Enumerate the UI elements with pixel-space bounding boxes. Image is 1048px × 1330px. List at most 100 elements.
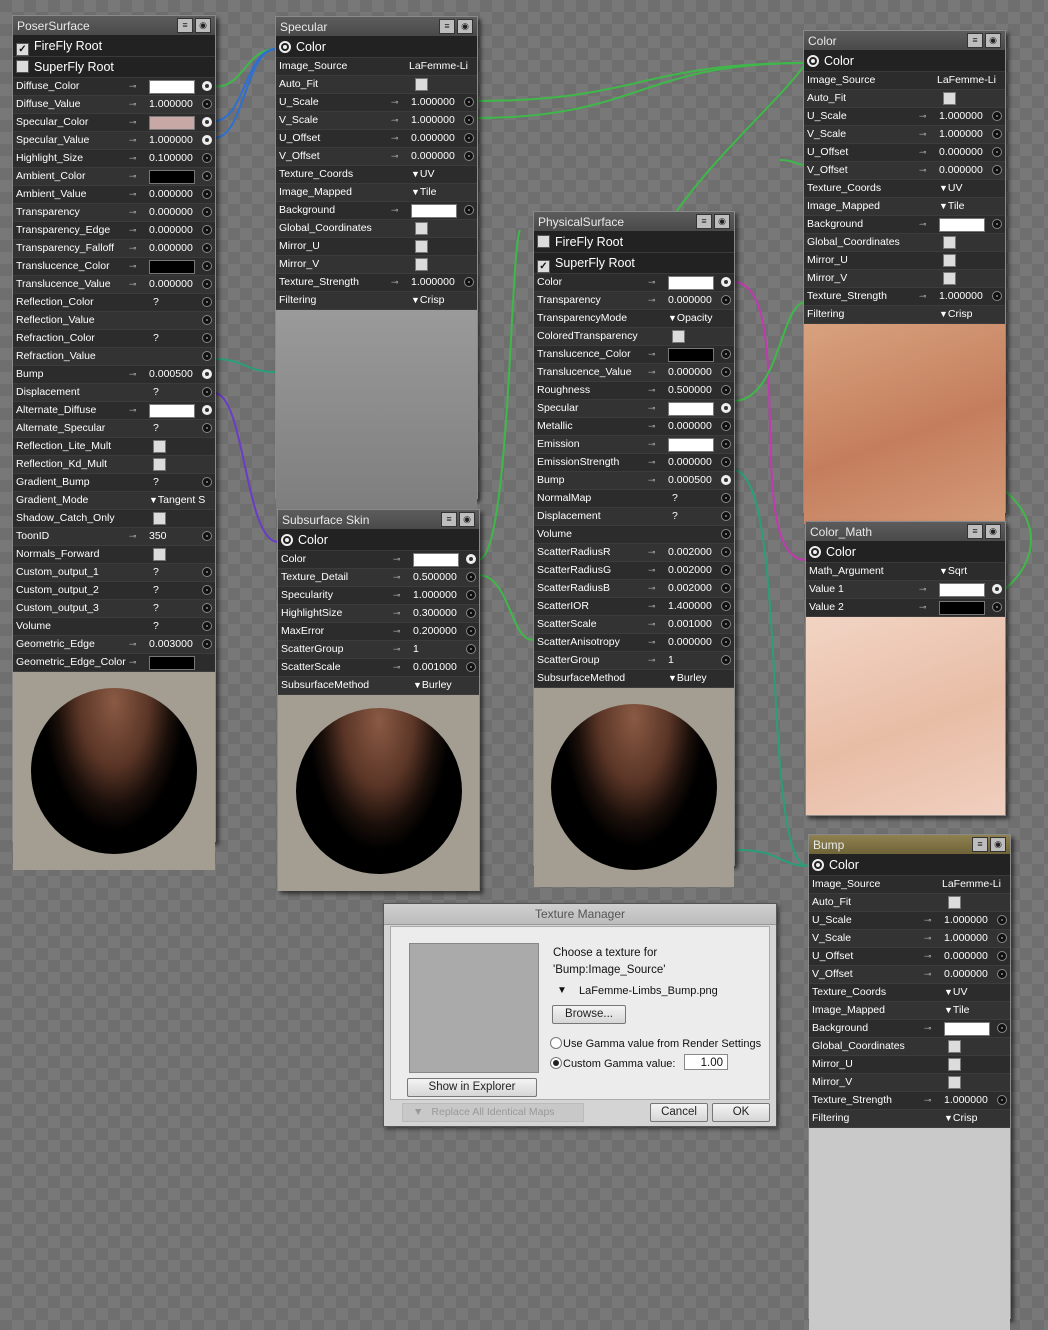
param-value[interactable]: 1.000000 (413, 587, 457, 603)
param-row-scatterradiusb[interactable]: ScatterRadiusB ⊸ 0.002000 (534, 580, 734, 598)
param-row-u-offset[interactable]: U_Offset ⊸ 0.000000 (276, 130, 477, 148)
param-checkbox[interactable] (415, 258, 428, 271)
input-plug-icon[interactable] (466, 644, 476, 654)
animate-key-icon[interactable]: ⊸ (648, 544, 656, 560)
input-plug-icon[interactable] (721, 493, 731, 503)
animate-key-icon[interactable]: ⊸ (391, 94, 399, 110)
param-row-mirror-u[interactable]: Mirror_U (276, 238, 477, 256)
param-row-texture-strength[interactable]: Texture_Strength ⊸ 1.000000 (804, 288, 1005, 306)
input-plug-icon[interactable] (202, 333, 212, 343)
color-swatch[interactable] (149, 80, 195, 94)
texture-manager-dialog[interactable]: Texture Manager Choose a texture for 'Bu… (383, 903, 777, 1127)
animate-key-icon[interactable]: ⊸ (924, 948, 932, 964)
param-value[interactable]: 1.000000 (944, 1092, 988, 1108)
show-in-explorer-button[interactable]: Show in Explorer (407, 1078, 537, 1097)
param-value[interactable]: 0.000000 (668, 418, 712, 434)
input-plug-icon[interactable] (992, 165, 1002, 175)
param-value[interactable]: 0.000000 (149, 240, 193, 256)
color-swatch[interactable] (149, 656, 195, 670)
param-dropdown[interactable]: ▼Crisp (411, 292, 444, 308)
animate-key-icon[interactable]: ⊸ (924, 966, 932, 982)
param-row-image-mapped[interactable]: Image_Mapped ▼Tile (804, 198, 1005, 216)
preview-eye-icon[interactable]: ◉ (459, 512, 475, 527)
param-row-texture-coords[interactable]: Texture_Coords ▼UV (804, 180, 1005, 198)
param-row-geometric-edge-color[interactable]: Geometric_Edge_Color ⊸ (13, 654, 215, 672)
param-row-volume[interactable]: Volume? (13, 618, 215, 636)
param-dropdown[interactable]: ▼Crisp (939, 306, 972, 322)
param-value[interactable]: 0.000000 (149, 222, 193, 238)
param-row-texture-coords[interactable]: Texture_Coords ▼UV (276, 166, 477, 184)
input-plug-icon[interactable] (721, 601, 731, 611)
param-value[interactable]: 0.000000 (149, 204, 193, 220)
param-row-v-offset[interactable]: V_Offset ⊸ 0.000000 (809, 966, 1010, 984)
param-row-auto-fit[interactable]: Auto_Fit (276, 76, 477, 94)
input-plug-icon[interactable] (721, 565, 731, 575)
animate-key-icon[interactable]: ⊸ (648, 274, 656, 290)
animate-key-icon[interactable]: ⊸ (919, 108, 927, 124)
param-row-bump[interactable]: Bump ⊸ 0.000500 (534, 472, 734, 490)
animate-key-icon[interactable]: ⊸ (648, 400, 656, 416)
param-row-reflection-lite-mult[interactable]: Reflection_Lite_Mult (13, 438, 215, 456)
param-row-specular-color[interactable]: Specular_Color ⊸ (13, 114, 215, 132)
param-row-translucence-value[interactable]: Translucence_Value ⊸ 0.000000 (534, 364, 734, 382)
connected-plug-icon[interactable] (721, 277, 731, 287)
input-plug-icon[interactable] (721, 457, 731, 467)
animate-key-icon[interactable]: ⊸ (648, 292, 656, 308)
param-row-transparency-edge[interactable]: Transparency_Edge ⊸ 0.000000 (13, 222, 215, 240)
param-row-ambient-color[interactable]: Ambient_Color ⊸ (13, 168, 215, 186)
output-plug-icon[interactable] (279, 41, 291, 53)
param-row-color[interactable]: Color ⊸ (278, 551, 479, 569)
connected-plug-icon[interactable] (992, 584, 1002, 594)
param-row-coloredtransparency[interactable]: ColoredTransparency (534, 328, 734, 346)
param-row-translucence-color[interactable]: Translucence_Color ⊸ (534, 346, 734, 364)
param-row-scattergroup[interactable]: ScatterGroup ⊸ 1 (534, 652, 734, 670)
param-value[interactable]: 1.000000 (149, 96, 193, 112)
animate-key-icon[interactable]: ⊸ (129, 132, 137, 148)
output-color-row[interactable]: Color (806, 542, 1005, 563)
animate-key-icon[interactable]: ⊸ (129, 366, 137, 382)
animate-key-icon[interactable]: ⊸ (924, 1092, 932, 1108)
param-value[interactable]: 0.000000 (939, 144, 983, 160)
animate-key-icon[interactable]: ⊸ (648, 652, 656, 668)
param-checkbox[interactable] (415, 78, 428, 91)
poser-surface-node[interactable]: PoserSurface ≡ ◉ ✓ FireFly Root SuperFly … (12, 15, 216, 870)
animate-key-icon[interactable]: ⊸ (393, 659, 401, 675)
param-row-diffuse-color[interactable]: Diffuse_Color ⊸ (13, 78, 215, 96)
param-row-displacement[interactable]: Displacement? (13, 384, 215, 402)
preview-eye-icon[interactable]: ◉ (195, 18, 211, 33)
param-row-mirror-v[interactable]: Mirror_V (809, 1074, 1010, 1092)
param-row-transparencymode[interactable]: TransparencyMode ▼Opacity (534, 310, 734, 328)
color-swatch[interactable] (939, 583, 985, 597)
animate-key-icon[interactable]: ⊸ (919, 599, 927, 615)
param-checkbox[interactable] (415, 222, 428, 235)
param-row-auto-fit[interactable]: Auto_Fit (804, 90, 1005, 108)
param-row-transparency[interactable]: Transparency ⊸ 0.000000 (534, 292, 734, 310)
param-row-custom-output-3[interactable]: Custom_output_3? (13, 600, 215, 618)
animate-key-icon[interactable]: ⊸ (648, 418, 656, 434)
param-row-emissionstrength[interactable]: EmissionStrength ⊸ 0.000000 (534, 454, 734, 472)
input-plug-icon[interactable] (202, 207, 212, 217)
input-plug-icon[interactable] (721, 511, 731, 521)
param-checkbox[interactable] (943, 254, 956, 267)
param-checkbox[interactable] (672, 330, 685, 343)
param-checkbox[interactable] (153, 548, 166, 561)
animate-key-icon[interactable]: ⊸ (924, 912, 932, 928)
output-plug-icon[interactable] (809, 546, 821, 558)
param-row-translucence-value[interactable]: Translucence_Value ⊸ 0.000000 (13, 276, 215, 294)
param-row-v-offset[interactable]: V_Offset ⊸ 0.000000 (804, 162, 1005, 180)
param-row-math-argument[interactable]: Math_Argument ▼Sqrt (806, 563, 1005, 581)
param-value[interactable]: 0.000000 (668, 292, 712, 308)
animate-key-icon[interactable]: ⊸ (129, 654, 137, 670)
output-plug-icon[interactable] (812, 859, 824, 871)
preview-eye-icon[interactable]: ◉ (457, 19, 473, 34)
input-plug-icon[interactable] (202, 567, 212, 577)
input-plug-icon[interactable] (202, 531, 212, 541)
node-menu-icon[interactable]: ≡ (967, 33, 983, 48)
param-value[interactable]: 1.000000 (939, 108, 983, 124)
param-row-geometric-edge[interactable]: Geometric_Edge ⊸ 0.003000 (13, 636, 215, 654)
input-plug-icon[interactable] (992, 219, 1002, 229)
input-plug-icon[interactable] (464, 205, 474, 215)
param-row-u-scale[interactable]: U_Scale ⊸ 1.000000 (276, 94, 477, 112)
param-value[interactable]: 0.000000 (939, 162, 983, 178)
input-plug-icon[interactable] (992, 147, 1002, 157)
